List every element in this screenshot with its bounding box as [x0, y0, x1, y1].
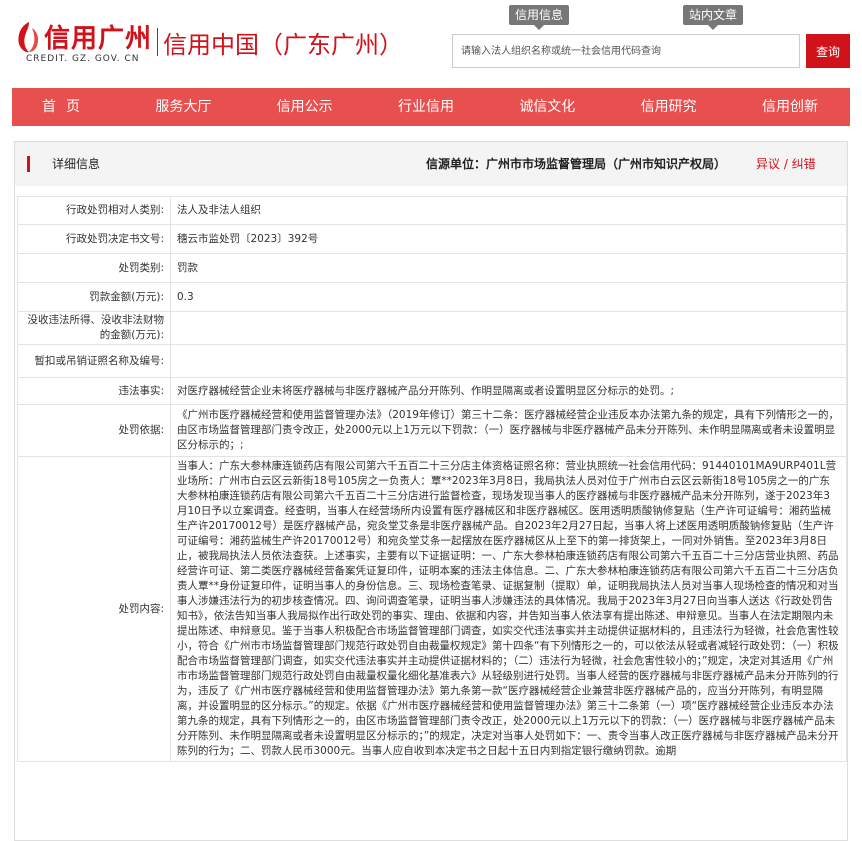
site-logo[interactable]: 信用广州 CREDIT. GZ. GOV. CN [14, 18, 154, 68]
row-value: 0.3 [170, 282, 847, 312]
credit-guangzhou-logo-icon [18, 22, 39, 53]
nav-item-home[interactable]: 首页 [26, 88, 108, 126]
detail-title: 详细信息 [52, 157, 101, 171]
nav-item-credit-innovation[interactable]: 信用创新 [744, 88, 836, 126]
nav-item-service-hall[interactable]: 服务大厅 [137, 88, 229, 126]
row-label: 暂扣或吊销证照名称及编号: [17, 344, 171, 378]
row-value: 法人及非法人组织 [170, 196, 847, 225]
objection-correction-link[interactable]: 异议 / 纠错 [756, 155, 816, 172]
nav-item-integrity-culture[interactable]: 诚信文化 [501, 88, 593, 126]
row-label: 罚款金额(万元): [17, 282, 171, 312]
tab-credit-info[interactable]: 信用信息 [509, 5, 570, 30]
nav-item-industry-credit[interactable]: 行业信用 [380, 88, 472, 126]
row-value: 穗云市监处罚〔2023〕392号 [170, 224, 847, 254]
table-row: 处罚类别: 罚款 [17, 253, 847, 283]
row-value [170, 344, 847, 378]
row-label: 处罚内容: [17, 456, 171, 762]
search-button[interactable]: 查询 [806, 34, 850, 68]
source-unit: 信源单位：广州市市场监督管理局（广州市知识产权局） [426, 157, 727, 171]
row-value [170, 311, 847, 345]
logo-title: 信用广州 [44, 24, 153, 54]
row-label: 行政处罚相对人类别: [17, 196, 171, 225]
table-row: 行政处罚相对人类别: 法人及非法人组织 [17, 196, 847, 225]
table-row: 处罚依据: 《广州市医疗器械经营和使用监督管理办法》（2019年修订）第三十二条… [17, 404, 847, 457]
table-row: 罚款金额(万元): 0.3 [17, 282, 847, 312]
logo-subtitle: CREDIT. GZ. GOV. CN [26, 54, 140, 64]
row-label: 处罚类别: [17, 253, 171, 283]
row-value: 对医疗器械经营企业未将医疗器械与非医疗器械产品分开陈列、作明显隔离或者设置明显区… [170, 377, 847, 405]
logo-divider [157, 28, 158, 56]
site-title: 信用中国（广东广州） [163, 31, 403, 59]
search-box [452, 34, 800, 68]
detail-card: 详细信息 信源单位：广州市市场监督管理局（广州市知识产权局） 异议 / 纠错 行… [14, 141, 848, 841]
row-label: 没收违法所得、没收非法财物的金额(万元): [17, 311, 171, 345]
nav-item-credit-research[interactable]: 信用研究 [623, 88, 715, 126]
table-row: 处罚内容: 当事人：广东大参林康连锁药店有限公司第六千五百二十三分店主体资格证照… [17, 456, 847, 762]
row-value: 当事人：广东大参林康连锁药店有限公司第六千五百二十三分店主体资格证照名称：营业执… [170, 456, 847, 762]
penalty-info-table: 行政处罚相对人类别: 法人及非法人组织 行政处罚决定书文号: 穗云市监处罚〔20… [17, 196, 847, 762]
row-label: 违法事实: [17, 377, 171, 405]
table-row: 行政处罚决定书文号: 穗云市监处罚〔2023〕392号 [17, 224, 847, 254]
search-input[interactable] [453, 35, 799, 67]
row-label: 行政处罚决定书文号: [17, 224, 171, 254]
table-row: 暂扣或吊销证照名称及编号: [17, 344, 847, 378]
site-header: 信用广州 CREDIT. GZ. GOV. CN 信用中国（广东广州） 信用信息… [0, 0, 862, 88]
row-value: 罚款 [170, 253, 847, 283]
table-row: 违法事实: 对医疗器械经营企业未将医疗器械与非医疗器械产品分开陈列、作明显隔离或… [17, 377, 847, 405]
row-label: 处罚依据: [17, 404, 171, 457]
title-accent-bar [27, 156, 30, 172]
tab-site-articles[interactable]: 站内文章 [683, 5, 744, 30]
row-value: 《广州市医疗器械经营和使用监督管理办法》（2019年修订）第三十二条：医疗器械经… [170, 404, 847, 457]
detail-card-header: 详细信息 信源单位：广州市市场监督管理局（广州市知识产权局） 异议 / 纠错 [15, 142, 847, 186]
table-row: 没收违法所得、没收非法财物的金额(万元): [17, 311, 847, 345]
main-nav: 首页 服务大厅 信用公示 行业信用 诚信文化 信用研究 信用创新 [12, 88, 850, 126]
nav-item-credit-publicity[interactable]: 信用公示 [259, 88, 351, 126]
